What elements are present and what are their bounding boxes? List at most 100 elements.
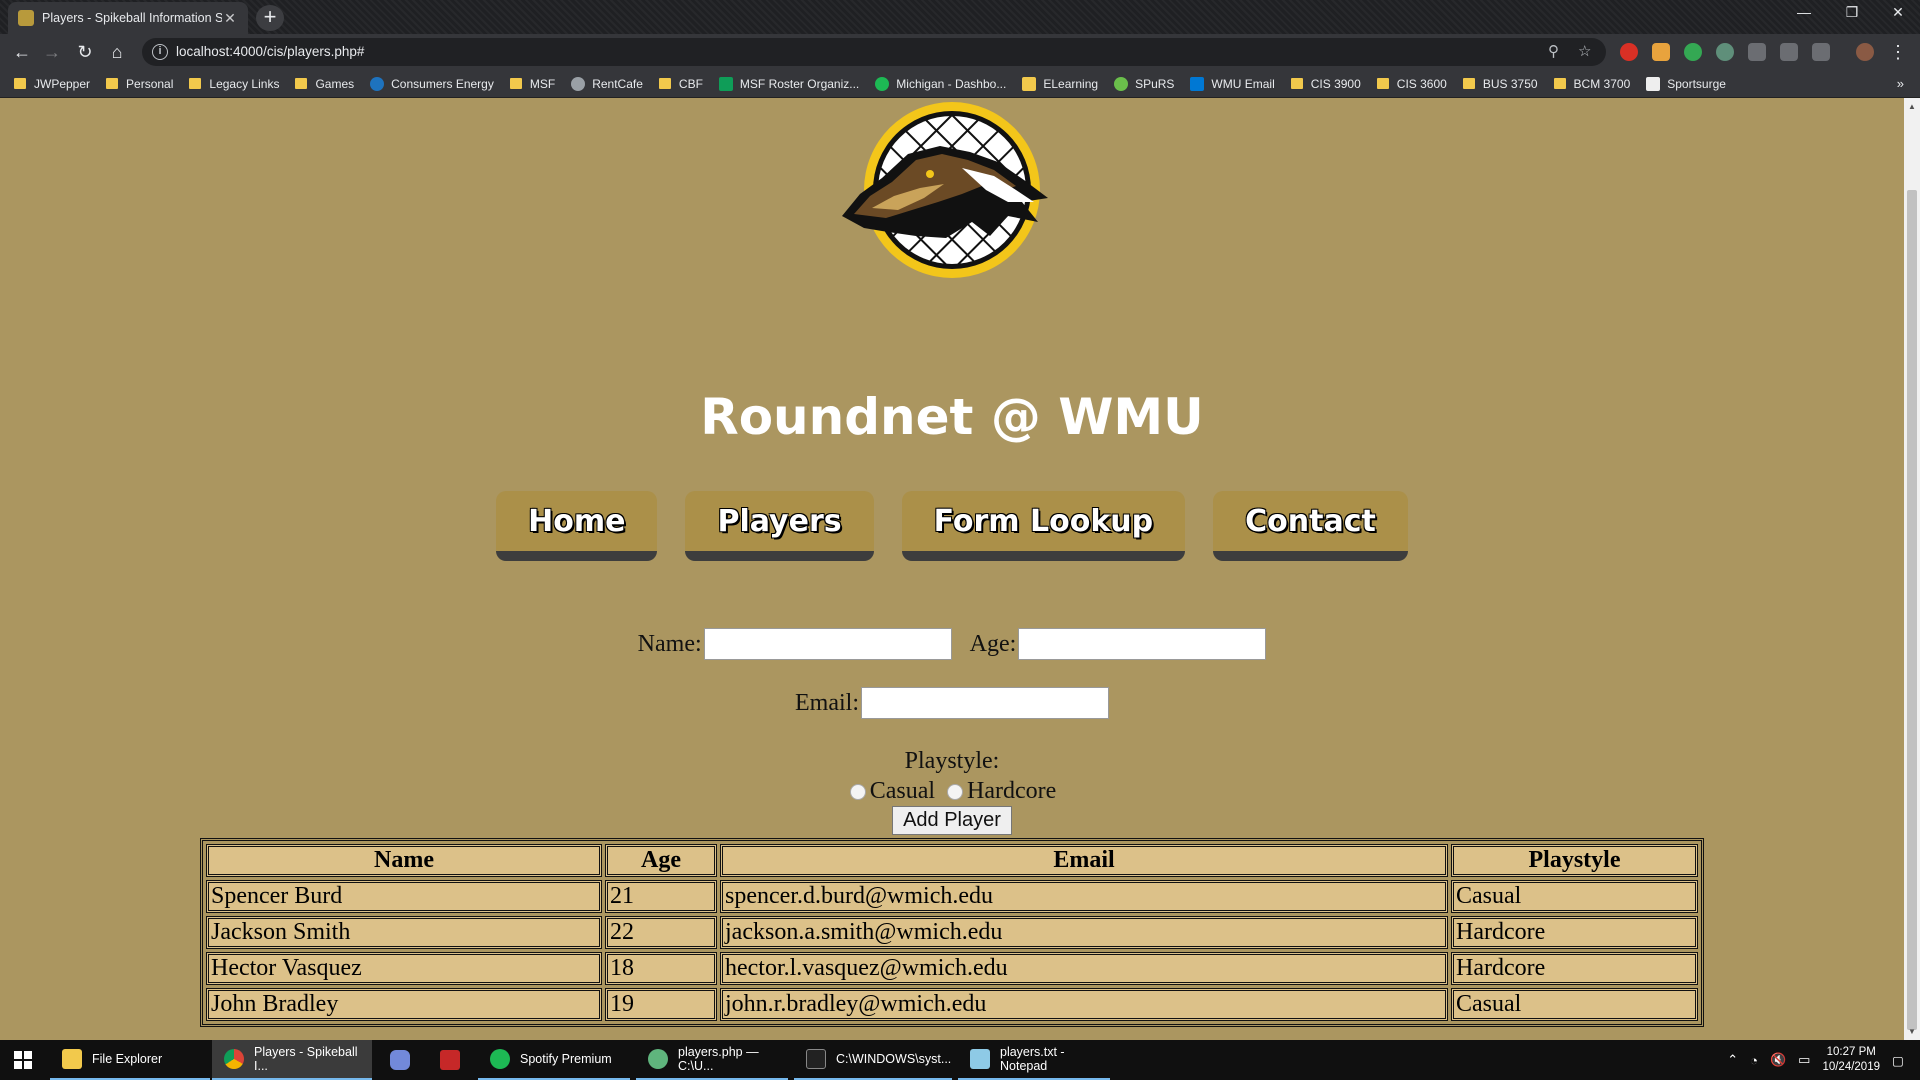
bookmark-item[interactable]: BCM 3700 — [1553, 77, 1630, 91]
browser-tab-active[interactable]: Players - Spikeball Information S ✕ — [8, 2, 248, 34]
minimize-icon[interactable]: — — [1784, 4, 1824, 20]
taskbar-app[interactable] — [428, 1040, 472, 1080]
nav-players-button[interactable]: Players — [685, 491, 874, 561]
bronco-logo — [842, 102, 1048, 278]
bookmark-item[interactable]: Michigan - Dashbo... — [875, 76, 1006, 91]
hardcore-label: Hardcore — [967, 778, 1057, 804]
vertical-scrollbar[interactable]: ▲ ▼ — [1904, 98, 1920, 1040]
bookmark-item[interactable]: Personal — [106, 77, 173, 91]
network-icon[interactable]: ◔ — [1750, 1053, 1758, 1068]
forward-arrow-icon[interactable]: → — [40, 41, 64, 63]
extension-icon[interactable] — [1812, 43, 1830, 61]
bookmark-item[interactable]: JWPepper — [14, 77, 90, 91]
back-arrow-icon[interactable]: ← — [10, 41, 34, 63]
address-bar[interactable]: i localhost:4000/cis/players.php# ⚲ ☆ — [142, 38, 1606, 66]
radio-casual[interactable] — [849, 783, 866, 800]
extension-icon[interactable] — [1780, 43, 1798, 61]
info-icon[interactable]: i — [152, 44, 168, 60]
folder-icon — [658, 78, 671, 89]
cell-email: jackson.a.smith@wmich.edu — [720, 916, 1448, 949]
page-content: Roundnet @ WMU Home Players Form Lookup … — [0, 98, 1904, 1040]
add-player-button[interactable]: Add Player — [892, 806, 1012, 835]
tray-chevron-icon[interactable]: ⌃ — [1727, 1052, 1738, 1068]
scroll-up-icon[interactable]: ▲ — [1908, 102, 1916, 111]
bookmark-item[interactable]: CBF — [658, 77, 703, 91]
nav-home-button[interactable]: Home — [496, 491, 658, 561]
extension-icon[interactable] — [1748, 43, 1766, 61]
folder-icon — [62, 1049, 82, 1069]
dashboard-icon — [875, 76, 890, 91]
submit-row: Add Player — [0, 806, 1904, 835]
atom-editor-icon — [648, 1049, 668, 1069]
bookmark-star-icon[interactable]: ☆ — [1578, 42, 1591, 60]
restore-icon[interactable]: ❐ — [1832, 4, 1872, 21]
extension-recycle-icon[interactable] — [1716, 43, 1734, 61]
taskbar-file-explorer[interactable]: File Explorer — [50, 1040, 210, 1080]
folder-icon — [106, 78, 119, 89]
cell-age: 19 — [605, 988, 717, 1021]
nav-contact-button[interactable]: Contact — [1213, 491, 1408, 561]
name-input[interactable] — [703, 628, 952, 660]
folder-icon — [14, 78, 26, 89]
taskbar-atom[interactable]: players.php — C:\U... — [636, 1040, 788, 1080]
profile-avatar[interactable] — [1856, 43, 1874, 61]
volume-muted-icon[interactable]: 🔇 — [1770, 1052, 1786, 1068]
cell-email: hector.l.vasquez@wmich.edu — [720, 952, 1448, 985]
playstyle-options: Casual Hardcore — [0, 778, 1904, 805]
email-label: Email: — [795, 689, 859, 716]
cell-name: John Bradley — [206, 988, 602, 1021]
radio-hardcore[interactable] — [947, 783, 964, 800]
spurs-icon — [1114, 76, 1129, 91]
menu-kebab-icon[interactable]: ⋮ — [1886, 41, 1910, 63]
folder-icon — [1553, 78, 1566, 89]
battery-icon[interactable]: ▭ — [1798, 1052, 1810, 1068]
bookmark-item[interactable]: MSF Roster Organiz... — [718, 76, 859, 91]
scrollbar-thumb[interactable] — [1907, 190, 1917, 1030]
bookmark-item[interactable]: Sportsurge — [1646, 76, 1726, 91]
taskbar-discord[interactable] — [378, 1040, 422, 1080]
bookmark-item[interactable]: RentCafe — [571, 76, 643, 91]
bookmark-item[interactable]: CIS 3600 — [1376, 77, 1447, 91]
nav-form-lookup-button[interactable]: Form Lookup — [901, 491, 1186, 561]
table-row: John Bradley 19 john.r.bradley@wmich.edu… — [206, 988, 1698, 1021]
bookmark-item[interactable]: MSF — [509, 77, 555, 91]
browser-toolbar: ← → ↻ ⌂ i localhost:4000/cis/players.php… — [0, 34, 1920, 70]
bookmark-item[interactable]: Legacy Links — [189, 77, 279, 91]
bookmark-item[interactable]: SPuRS — [1114, 76, 1174, 91]
spotify-icon — [490, 1049, 510, 1069]
chrome-icon — [224, 1049, 244, 1069]
new-tab-button[interactable]: + — [256, 5, 284, 31]
cell-age: 22 — [605, 916, 717, 949]
extension-icon[interactable] — [1652, 43, 1670, 61]
taskbar-notepad[interactable]: players.txt - Notepad — [958, 1040, 1110, 1080]
system-clock[interactable]: 10:27 PM 10/24/2019 — [1822, 1045, 1880, 1075]
bookmarks-overflow-icon[interactable]: » — [1897, 76, 1904, 91]
bookmark-item[interactable]: Games — [295, 77, 354, 91]
taskbar-spotify[interactable]: Spotify Premium — [478, 1040, 630, 1080]
scroll-down-icon[interactable]: ▼ — [1908, 1027, 1916, 1036]
extension-opera-icon[interactable] — [1620, 43, 1638, 61]
email-input[interactable] — [860, 687, 1109, 719]
tab-close-icon[interactable]: ✕ — [222, 10, 238, 27]
reload-icon[interactable]: ↻ — [73, 41, 97, 63]
sheets-icon — [718, 76, 733, 91]
bookmark-item[interactable]: Consumers Energy — [370, 76, 494, 91]
discord-icon — [390, 1050, 410, 1070]
extension-colors-icon[interactable] — [1684, 43, 1702, 61]
bookmark-item[interactable]: BUS 3750 — [1462, 77, 1538, 91]
notifications-icon[interactable]: ▢ — [1880, 1040, 1920, 1080]
bookmark-item[interactable]: WMU Email — [1190, 76, 1275, 91]
start-button[interactable] — [0, 1040, 48, 1080]
system-tray: ⌃ ◔ 🔇 ▭ 10:27 PM 10/24/2019 — [1727, 1040, 1880, 1080]
folder-icon — [1376, 78, 1389, 89]
bookmark-item[interactable]: CIS 3900 — [1290, 77, 1361, 91]
taskbar-chrome[interactable]: Players - Spikeball I... — [212, 1040, 372, 1080]
zoom-icon[interactable]: ⚲ — [1548, 42, 1559, 60]
taskbar-cmd[interactable]: C:\WINDOWS\syst... — [794, 1040, 952, 1080]
close-window-icon[interactable]: ✕ — [1878, 4, 1918, 21]
age-input[interactable] — [1018, 628, 1267, 660]
bookmark-item[interactable]: ELearning — [1022, 76, 1098, 91]
home-icon[interactable]: ⌂ — [105, 41, 129, 63]
table-row: Hector Vasquez 18 hector.l.vasquez@wmich… — [206, 952, 1698, 985]
header-age: Age — [605, 844, 717, 877]
